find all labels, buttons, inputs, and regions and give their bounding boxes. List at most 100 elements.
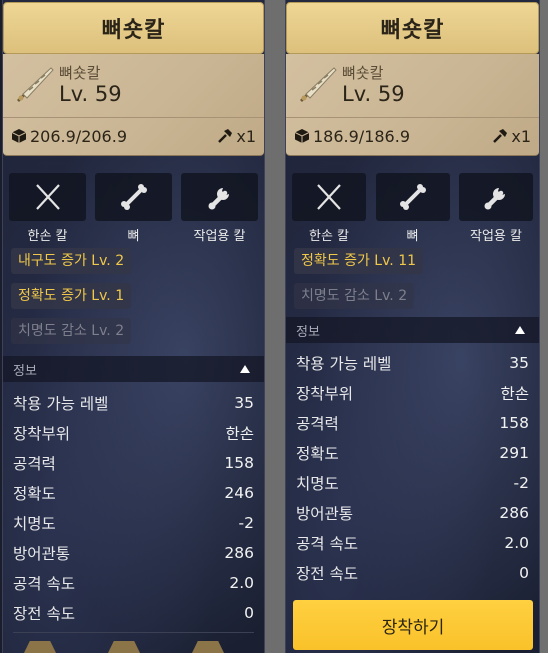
summary-stats: 186.9/186.9 x1 [294,123,531,149]
type-item-one-hand-knife: 한손 칼 [292,173,366,244]
triangle-up-icon[interactable] [515,326,525,334]
stat-value: 35 [509,354,529,372]
info-header[interactable]: 정보 [286,317,539,343]
effect-tag: 정확도 증가 Lv. 1 [11,283,132,309]
stat-label: 장착부위 [296,385,354,403]
stat-value: 한손 [500,385,529,403]
stat-label: 장착부위 [13,425,71,443]
stat-row-armor-pierce: 방어관통 286 [13,538,254,568]
card-gap [265,0,285,653]
slot-icon[interactable] [191,641,225,653]
type-item-work-knife: 작업용 칼 [459,173,533,244]
effect-tags: 내구도 증가 Lv. 2 정확도 증가 Lv. 1 치명도 감소 Lv. 2 [11,248,132,353]
crossed-blades-icon [317,184,341,210]
summary-stats: 206.9/206.9 x1 [11,123,256,149]
count-group: x1 [217,127,256,146]
stat-value: -2 [513,474,529,492]
wrench-icon [484,188,505,210]
weapon-image [300,67,337,102]
effect-tag: 치명도 감소 Lv. 2 [11,318,132,344]
info-title: 정보 [13,363,37,379]
item-summary: 뼈숏칼 Lv. 59 186.9/186.9 x1 [286,54,539,156]
item-name: 뼈숏칼 [342,64,384,82]
stat-value: 2.0 [229,574,254,592]
stat-row-critical: 치명도 -2 [296,468,529,498]
stat-row-critical: 치명도 -2 [13,508,254,538]
stat-value: 2.0 [504,534,529,552]
stat-value: 한손 [225,425,254,443]
stat-row-attack: 공격력 158 [296,408,529,438]
stat-row-slot: 장착부위 한손 [296,378,529,408]
stat-row-attack-speed: 공격 속도 2.0 [13,568,254,598]
type-label: 작업용 칼 [193,229,246,244]
stat-row-reload-speed: 장전 속도 0 [296,558,529,588]
hammer-icon [493,129,508,143]
type-item-work-knife: 작업용 칼 [181,173,258,244]
type-box [9,173,86,221]
durability-value: 206.9/206.9 [30,126,127,146]
effect-tag: 치명도 감소 Lv. 2 [294,283,415,309]
slot-icon[interactable] [107,641,141,653]
item-level: Lv. 59 [59,82,122,106]
stat-label: 착용 가능 레벨 [296,355,392,373]
type-box [292,173,366,221]
stat-label: 공격 속도 [296,535,358,553]
hammer-icon [218,129,233,143]
slot-icon[interactable] [23,641,57,653]
crossed-blades-icon [35,184,60,210]
equip-button[interactable]: 장착하기 [293,600,533,650]
stat-label: 정확도 [296,445,339,463]
type-label: 뼈 [406,229,419,244]
type-item-one-hand-knife: 한손 칼 [9,173,86,244]
cube-icon [11,129,27,143]
info-title: 정보 [296,324,320,340]
stat-label: 착용 가능 레벨 [13,395,109,413]
triangle-up-icon[interactable] [240,365,250,373]
stat-label: 방어관통 [13,545,71,563]
weapon-image [17,67,54,102]
stat-value: 0 [244,604,254,622]
stat-label: 장전 속도 [296,565,358,583]
bottom-slot-row [23,641,254,653]
stat-row-attack-speed: 공격 속도 2.0 [296,528,529,558]
stat-row-required-level: 착용 가능 레벨 35 [13,388,254,418]
effect-tag: 정확도 증가 Lv. 11 [294,248,424,274]
bone-icon [120,184,147,210]
stat-value: 158 [499,414,529,432]
stat-value: 0 [519,564,529,582]
type-label: 한손 칼 [27,229,68,244]
stats-list: 착용 가능 레벨 35 장착부위 한손 공격력 158 정확도 291 치명도 -2 방어… [296,348,529,588]
weapon-type-row: 한손 칼 뼈 작업용 칼 [292,173,533,244]
count-value: x1 [236,126,256,146]
stat-value: 286 [499,504,529,522]
stat-label: 치명도 [13,515,56,533]
stat-value: 246 [224,484,254,502]
stat-row-accuracy: 정확도 246 [13,478,254,508]
item-title-bar: 뼈숏칼 [286,2,539,54]
item-title: 뼈숏칼 [101,18,166,43]
item-name: 뼈숏칼 [59,64,101,82]
bone-icon [399,184,426,210]
info-header[interactable]: 정보 [3,356,264,382]
stat-label: 치명도 [296,475,339,493]
summary-divider [286,117,539,118]
stat-value: 35 [234,394,254,412]
type-box [459,173,533,221]
stat-label: 공격 속도 [13,575,75,593]
stat-value: 158 [224,454,254,472]
stat-row-slot: 장착부위 한손 [13,418,254,448]
item-level: Lv. 59 [342,82,405,106]
type-label: 한손 칼 [308,229,349,244]
wrench-icon [208,188,229,210]
stat-row-attack: 공격력 158 [13,448,254,478]
stat-label: 장전 속도 [13,605,75,623]
type-label: 뼈 [127,229,140,244]
stat-row-required-level: 착용 가능 레벨 35 [296,348,529,378]
stat-label: 공격력 [13,455,56,473]
stats-divider [13,632,254,633]
item-title: 뼈숏칼 [380,18,445,43]
stat-label: 공격력 [296,415,339,433]
effect-tags: 정확도 증가 Lv. 11 치명도 감소 Lv. 2 [294,248,424,318]
type-item-bone: 뼈 [95,173,172,244]
durability-group: 206.9/206.9 [11,127,127,146]
